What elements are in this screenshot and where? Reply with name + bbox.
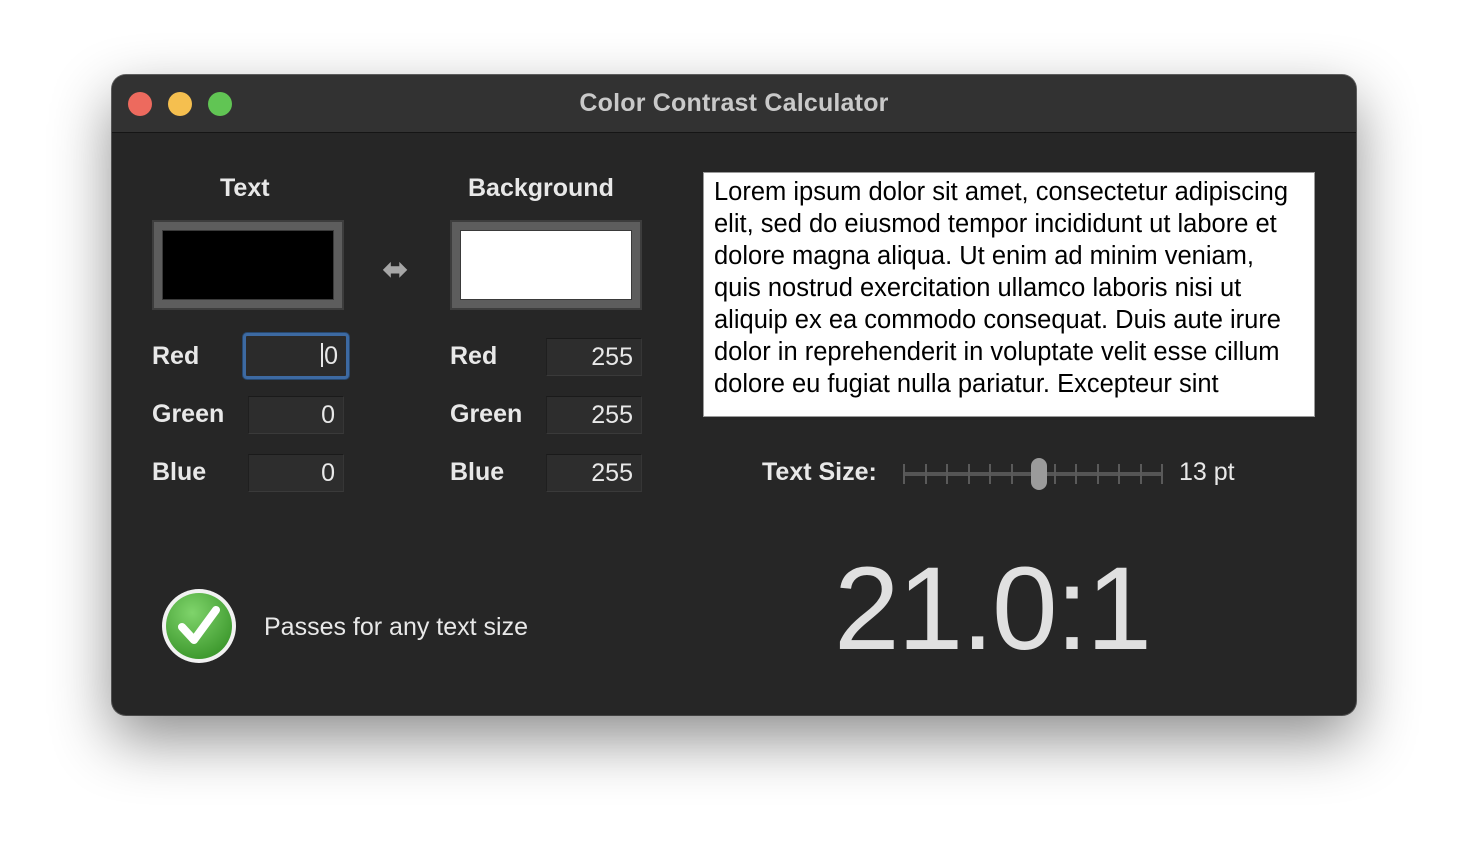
text-size-value: 13 pt	[1179, 458, 1235, 486]
slider-tick	[924, 464, 927, 484]
slider-tick	[967, 464, 970, 484]
background-green-label: Green	[450, 400, 523, 428]
slider-tick	[1139, 464, 1142, 484]
background-green-field[interactable]: 255	[546, 396, 642, 434]
background-red-field[interactable]: 255	[546, 338, 642, 376]
background-blue-field[interactable]: 255	[546, 454, 642, 492]
compliance-status-text: Passes for any text size	[264, 613, 529, 641]
window-title: Color Contrast Calculator	[579, 89, 889, 117]
checkmark-icon	[160, 587, 238, 665]
text-color-swatch	[162, 230, 334, 300]
slider-tick	[1161, 464, 1163, 484]
contrast-ratio: 21.0:1	[833, 543, 1152, 675]
background-color-heading: Background	[468, 174, 614, 202]
background-color-swatch	[460, 230, 632, 300]
slider-tick	[1053, 464, 1056, 484]
left-right-arrow-icon: ⬌	[382, 251, 409, 287]
slider-knob[interactable]	[1031, 458, 1047, 490]
background-blue-label: Blue	[450, 458, 505, 486]
slider-tick	[903, 464, 905, 484]
slider-tick	[946, 464, 948, 484]
background-color-well[interactable]	[450, 220, 642, 310]
text-size-label: Text Size:	[762, 458, 877, 486]
text-blue-label: Blue	[152, 458, 207, 486]
text-size-slider[interactable]	[903, 455, 1163, 493]
background-red-label: Red	[450, 342, 498, 370]
text-red-label: Red	[152, 342, 200, 370]
text-green-label: Green	[152, 400, 225, 428]
text-red-value: 0	[324, 342, 338, 370]
text-color-heading: Text	[220, 174, 270, 202]
text-red-field[interactable]: 0	[243, 333, 349, 379]
text-cursor	[321, 343, 324, 368]
slider-tick	[1118, 464, 1120, 484]
slider-tick	[1010, 464, 1013, 484]
slider-tick	[1075, 464, 1077, 484]
sample-text-preview[interactable]: Lorem ipsum dolor sit amet, consectetur …	[703, 172, 1315, 417]
app-window: Color Contrast Calculator Text ⬌ Backgro…	[112, 75, 1356, 715]
slider-tick	[989, 464, 991, 484]
text-green-field[interactable]: 0	[248, 396, 344, 434]
title-bar: Color Contrast Calculator	[112, 75, 1356, 133]
slider-tick	[1096, 464, 1099, 484]
text-color-well[interactable]	[152, 220, 344, 310]
text-blue-field[interactable]: 0	[248, 454, 344, 492]
swap-colors-button[interactable]: ⬌	[382, 253, 409, 285]
